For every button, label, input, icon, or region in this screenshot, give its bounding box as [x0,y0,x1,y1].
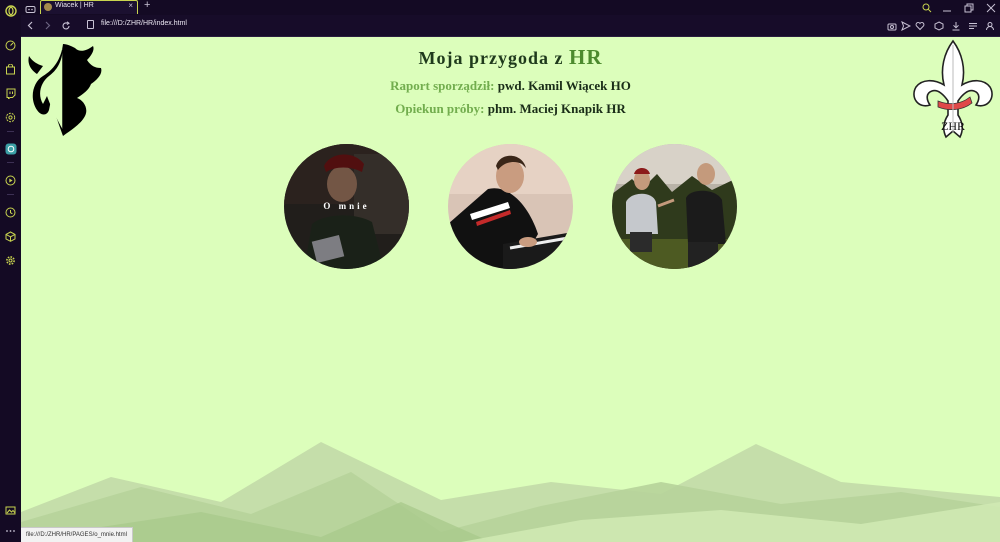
back-icon[interactable] [24,19,37,32]
sidebar-divider [7,162,14,163]
sidebar-divider [7,131,14,132]
camera-icon[interactable] [886,20,897,31]
extensions-icon[interactable] [3,229,18,244]
heart-icon[interactable] [914,20,925,31]
title-accent: HR [568,45,603,69]
snapshot-icon[interactable] [3,503,18,518]
minimize-icon[interactable] [936,0,958,15]
status-url-preview: file:///D:/ZHR/HR/PAGES/o_mnie.html [21,527,133,542]
twitch-icon[interactable] [3,86,18,101]
right-logo-text: ZHR [941,119,965,133]
download-icon[interactable] [950,20,961,31]
photo-link-about-me[interactable]: O mnie [284,144,409,269]
browser-sidebar [0,0,22,542]
two-scouts-outdoors-photo [612,144,737,269]
settings-icon[interactable] [3,253,18,268]
window-close-icon[interactable] [980,0,1000,15]
address-bar: file:///D:/ZHR/HR/index.html [21,15,1000,37]
opera-logo-icon[interactable] [3,3,18,18]
ai-assistant-icon[interactable] [3,141,18,156]
restore-icon[interactable] [958,0,980,15]
boy-playing-piano-photo [448,144,573,269]
history-icon[interactable] [3,205,18,220]
favicon-icon [44,3,52,11]
about-me-label: O mnie [323,201,370,211]
title-prefix: Moja przygoda z [418,48,564,68]
photo-link-piano[interactable] [448,144,573,269]
tab-bar: Wiacek | HR × + [21,0,1000,15]
cube-icon[interactable] [933,20,944,31]
shopping-icon[interactable] [3,62,18,77]
speed-dial-icon[interactable] [3,38,18,53]
reporter-label: Raport sporządził: [390,78,495,93]
player-icon[interactable] [3,173,18,188]
close-tab-icon[interactable]: × [128,1,133,10]
more-icon[interactable] [3,523,18,538]
reporter-line: Raport sporządził: pwd. Kamil Wiącek HO [21,78,1000,94]
guardian-label: Opiekun próby: [395,101,485,116]
page-info-icon[interactable] [87,20,94,29]
web-page: ZHR Moja przygoda z HR Raport sporządził… [21,37,1000,542]
sidebar-divider [7,194,14,195]
forward-icon[interactable] [41,19,54,32]
send-icon[interactable] [900,20,911,31]
photo-link-outdoors[interactable] [612,144,737,269]
guardian-value: phm. Maciej Knapik HR [487,101,626,116]
guardian-line: Opiekun próby: phm. Maciej Knapik HR [21,101,1000,117]
mountains-background [21,442,1000,542]
search-tabs-icon[interactable] [916,0,938,15]
profile-icon[interactable] [984,20,995,31]
reload-icon[interactable] [59,19,72,32]
reporter-value: pwd. Kamil Wiącek HO [497,78,631,93]
workspaces-icon[interactable] [25,2,36,13]
chatgpt-icon[interactable] [3,110,18,125]
tab-title: Wiacek | HR [55,2,94,9]
page-title: Moja przygoda z HR [21,45,1000,70]
tab-active[interactable]: Wiacek | HR × [40,0,138,14]
new-tab-button[interactable]: + [144,0,150,11]
url-field[interactable]: file:///D:/ZHR/HR/index.html [101,20,187,27]
easy-setup-icon[interactable] [967,20,978,31]
